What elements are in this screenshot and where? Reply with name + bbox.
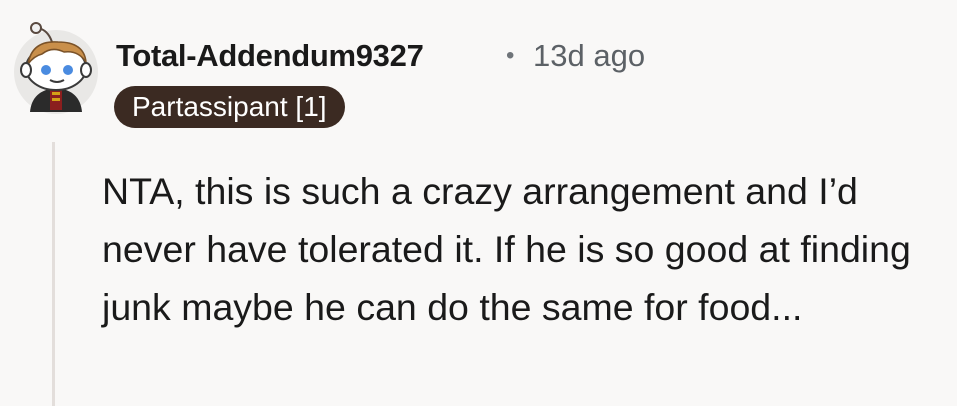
username-link[interactable]: Total-Addendum9327 <box>116 36 424 76</box>
comment-timestamp[interactable]: 13d ago <box>533 36 645 76</box>
comment-body: NTA, this is such a crazy arrangement an… <box>102 170 911 328</box>
user-avatar[interactable] <box>8 20 104 116</box>
snoo-avatar-icon <box>14 22 98 114</box>
thread-collapse-line[interactable] <box>52 142 55 406</box>
user-flair-badge: Partassipant [1] <box>114 86 345 128</box>
comment: Total-Addendum9327 • 13d ago Partassipan… <box>0 0 957 406</box>
meta-separator: • <box>506 42 515 69</box>
